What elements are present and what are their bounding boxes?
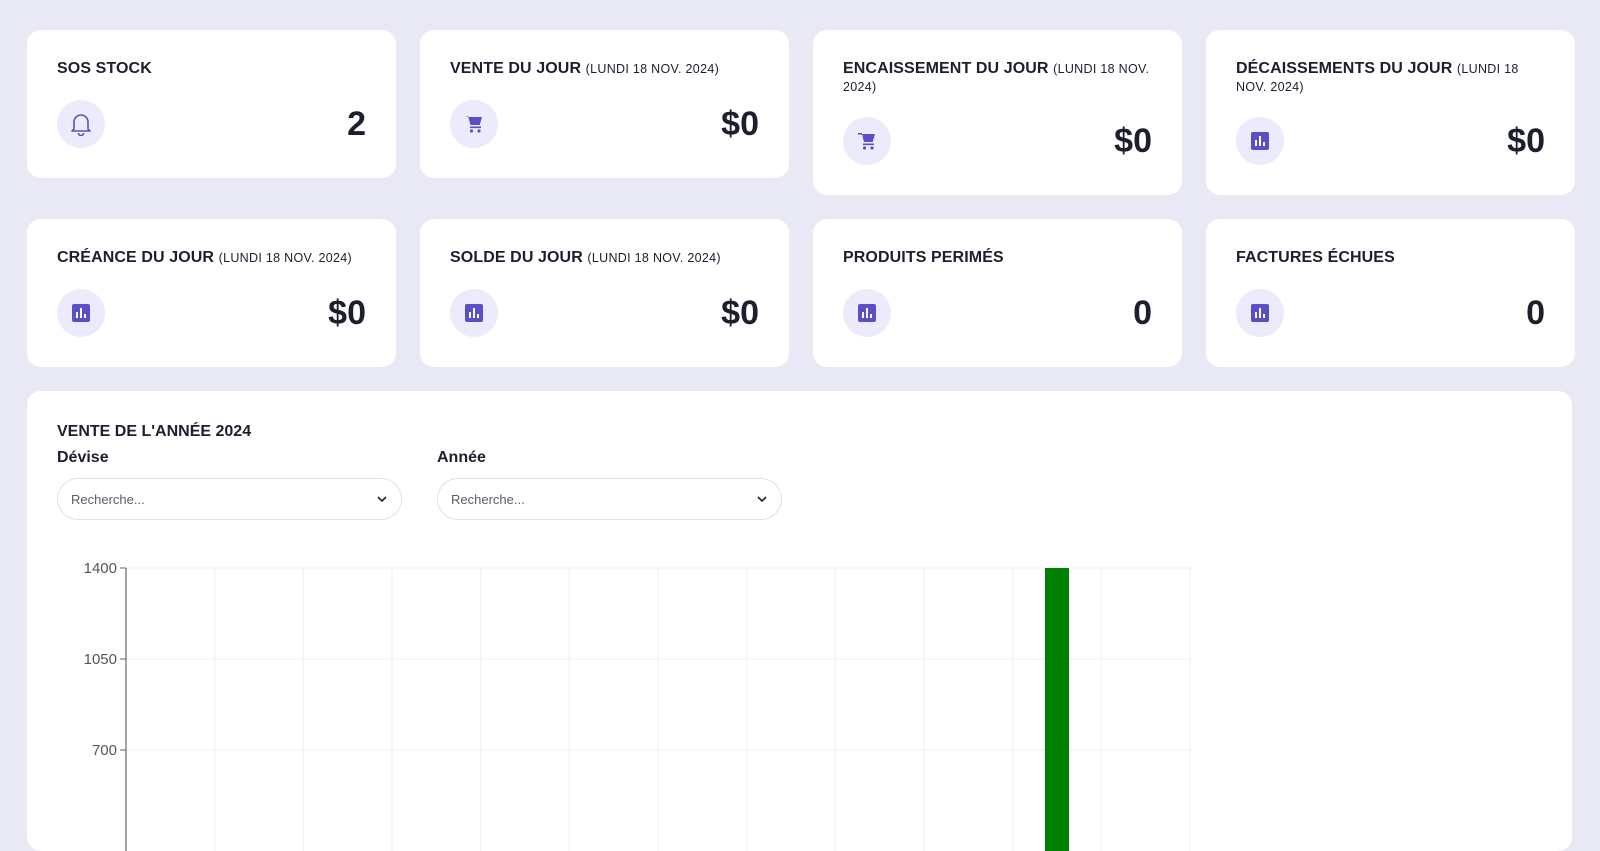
kpi-row-2: CRÉANCE DU JOUR (LUNDI 18 NOV. 2024) $0 …	[27, 219, 1575, 367]
card-title: SOLDE DU JOUR (LUNDI 18 NOV. 2024)	[450, 249, 721, 266]
bar-chart-icon	[1236, 289, 1284, 337]
card-sos-stock: SOS STOCK 2	[27, 30, 396, 178]
sales-bar-chart: 1400 1050 700	[84, 560, 1191, 851]
bar-chart-icon	[843, 289, 891, 337]
card-decaissements-jour: DÉCAISSEMENTS DU JOUR (LUNDI 18 NOV. 202…	[1206, 30, 1575, 195]
card-title: DÉCAISSEMENTS DU JOUR (LUNDI 18 NOV. 202…	[1236, 60, 1519, 94]
card-encaissement-jour: ENCAISSEMENT DU JOUR (LUNDI 18 NOV. 2024…	[813, 30, 1182, 195]
bar-11	[1045, 568, 1069, 851]
card-title: SOS STOCK	[57, 60, 152, 77]
card-vente-jour: VENTE DU JOUR (LUNDI 18 NOV. 2024) $0	[420, 30, 789, 178]
card-title: CRÉANCE DU JOUR (LUNDI 18 NOV. 2024)	[57, 249, 352, 266]
card-solde-jour: SOLDE DU JOUR (LUNDI 18 NOV. 2024) $0	[420, 219, 789, 367]
bell-icon	[57, 100, 105, 148]
card-value: 2	[347, 104, 366, 143]
bar-chart-icon	[450, 289, 498, 337]
card-date: (LUNDI 18 NOV. 2024)	[587, 251, 721, 265]
card-date: (LUNDI 18 NOV. 2024)	[585, 62, 720, 76]
y-tick-label: 700	[92, 742, 117, 759]
kpi-row-1: SOS STOCK 2 VENTE DU JOUR (LUNDI 18 NOV.…	[27, 30, 1575, 195]
card-value: $0	[1114, 121, 1152, 160]
card-title: ENCAISSEMENT DU JOUR (LUNDI 18 NOV. 2024…	[843, 60, 1150, 94]
card-creance-jour: CRÉANCE DU JOUR (LUNDI 18 NOV. 2024) $0	[27, 219, 396, 367]
card-produits-perimes: PRODUITS PERIMÉS 0	[813, 219, 1182, 367]
bar-chart-icon	[57, 289, 105, 337]
cart-icon	[450, 100, 498, 148]
card-value: $0	[721, 104, 759, 143]
y-tick-label: 1400	[84, 560, 117, 577]
cart-icon	[843, 117, 891, 165]
card-title: PRODUITS PERIMÉS	[843, 249, 1004, 266]
card-factures-echues: FACTURES ÉCHUES 0	[1206, 219, 1575, 367]
card-value: 0	[1526, 293, 1545, 332]
card-title: VENTE DU JOUR (LUNDI 18 NOV. 2024)	[450, 60, 720, 77]
card-value: 0	[1133, 293, 1152, 332]
card-value: $0	[721, 293, 759, 332]
bar-chart-icon	[1236, 117, 1284, 165]
y-tick-label: 1050	[84, 651, 117, 668]
card-title: FACTURES ÉCHUES	[1236, 249, 1395, 266]
card-value: $0	[1507, 121, 1545, 160]
sales-chart-card: VENTE DE L'ANNÉE 2024 Dévise Recherche..…	[27, 391, 1572, 851]
card-value: $0	[328, 293, 366, 332]
card-date: (LUNDI 18 NOV. 2024)	[218, 251, 352, 265]
